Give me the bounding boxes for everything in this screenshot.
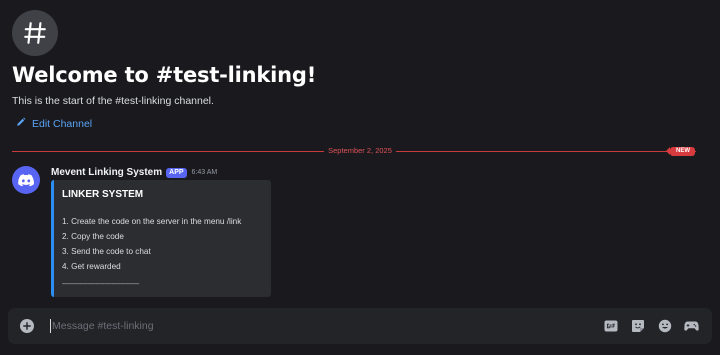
embed-line: 4. Get rewarded [62,262,121,271]
discord-logo-icon [18,173,34,186]
gif-icon[interactable] [603,319,618,334]
pencil-icon [16,117,26,130]
embed-separator: ----------------------------------------… [62,281,139,288]
app-badge: APP [166,167,187,178]
sticker-icon[interactable] [630,319,645,334]
embed-title: LINKER SYSTEM [62,189,144,200]
message-header: Mevent Linking System APP 6:43 AM [51,167,217,178]
channel-hash-icon [12,10,58,56]
message-author[interactable]: Mevent Linking System [51,167,162,178]
new-badge: NEW [666,147,695,156]
embed-line: 3. Send the code to chat [62,247,151,256]
message-timestamp: 6:43 AM [191,169,218,176]
message-embed: LINKER SYSTEM 1. Create the code on the … [51,180,271,297]
composer-tools [603,319,699,334]
embed-line: 2. Copy the code [62,232,124,241]
welcome-title: Welcome to #test-linking! [12,63,317,87]
emoji-icon[interactable] [657,319,672,334]
avatar[interactable] [12,166,40,194]
text-caret [50,319,51,333]
welcome-subtitle: This is the start of the #test-linking c… [12,95,214,107]
embed-line: 1. Create the code on the server in the … [62,217,242,226]
message-composer [8,308,712,344]
edit-channel-label: Edit Channel [32,117,93,130]
message-input[interactable] [52,316,603,336]
plus-icon[interactable] [20,319,34,333]
divider-date: September 2, 2025 [324,146,396,155]
edit-channel-link[interactable]: Edit Channel [16,117,92,130]
gamepad-icon[interactable] [684,319,699,334]
